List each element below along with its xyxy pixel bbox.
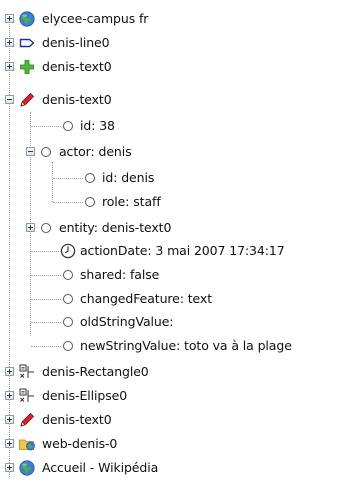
collapse-toggle[interactable] <box>5 95 14 104</box>
circle-node-icon <box>63 294 73 304</box>
circle-node-icon <box>63 121 73 131</box>
circle-node-icon <box>85 173 95 183</box>
clock-icon <box>59 242 77 260</box>
expand-toggle[interactable] <box>5 367 14 376</box>
expand-toggle[interactable] <box>5 14 14 23</box>
tree-item-label: denis-line0 <box>42 35 110 50</box>
folder-globe-icon <box>18 435 36 453</box>
circle-node-icon <box>85 197 95 207</box>
tree-item[interactable]: denis-line0 <box>0 31 360 55</box>
tree-item[interactable]: denis-text0 <box>0 55 360 79</box>
circle-node-icon <box>41 223 51 233</box>
collapse-toggle[interactable] <box>26 147 35 156</box>
tree-item[interactable]: id: 38 <box>0 114 360 138</box>
tree-item[interactable]: web-denis-0 <box>0 432 360 456</box>
expand-toggle[interactable] <box>26 223 35 232</box>
tree-item-label: id: 38 <box>80 118 115 133</box>
tree-item[interactable]: Accueil - Wikipédia <box>0 456 360 480</box>
expand-toggle[interactable] <box>5 439 14 448</box>
pencil-icon <box>18 411 36 429</box>
tree-item-label: shared: false <box>80 267 160 282</box>
tree-item-label: newStringValue: toto va à la plage <box>80 338 292 353</box>
globe-icon <box>18 459 36 477</box>
tree-item-label: entity: denis-text0 <box>59 220 172 235</box>
circle-node-icon <box>63 341 73 351</box>
tree-item-label: denis-Ellipse0 <box>42 388 128 403</box>
tree-item[interactable]: denis-Ellipse0 <box>0 384 360 408</box>
line-shape-icon <box>18 34 36 52</box>
tree-item-label: role: staff <box>102 194 161 209</box>
tree-item-label: elycee-campus fr <box>42 11 149 26</box>
circle-node-icon <box>41 147 51 157</box>
globe-icon <box>18 10 36 28</box>
expand-toggle[interactable] <box>5 38 14 47</box>
tree-item[interactable]: shared: false <box>0 263 360 287</box>
tree-item-label: changedFeature: text <box>80 291 213 306</box>
tree-item[interactable]: denis-text0 <box>0 88 360 112</box>
tree-item[interactable]: changedFeature: text <box>0 287 360 311</box>
pencil-icon <box>18 91 36 109</box>
tree-item-label: Accueil - Wikipédia <box>42 460 159 475</box>
tree-view: elycee-campus fr denis-line0 denis-text0 <box>0 0 360 497</box>
tree-item[interactable]: denis-text0 <box>0 408 360 432</box>
circle-node-icon <box>63 317 73 327</box>
circle-node-icon <box>63 270 73 280</box>
tree-item[interactable]: elycee-campus fr <box>0 7 360 31</box>
tree-item[interactable]: actionDate: 3 mai 2007 17:34:17 <box>0 239 360 263</box>
tree-item[interactable]: role: staff <box>0 190 360 214</box>
tree-item[interactable]: actor: denis <box>0 140 360 164</box>
tree-item[interactable]: entity: denis-text0 <box>0 216 360 240</box>
expand-toggle[interactable] <box>5 391 14 400</box>
tree-item-label: denis-Rectangle0 <box>42 364 149 379</box>
tree-item-label: denis-text0 <box>42 92 112 107</box>
tree-item-label: denis-text0 <box>42 59 112 74</box>
tree-item-label: actionDate: 3 mai 2007 17:34:17 <box>80 243 285 258</box>
tree-item-label: actor: denis <box>59 144 132 159</box>
tree-item-label: web-denis-0 <box>42 436 118 451</box>
tree-item[interactable]: newStringValue: toto va à la plage <box>0 334 360 358</box>
expand-toggle[interactable] <box>5 463 14 472</box>
tree-item-label: denis-text0 <box>42 412 112 427</box>
expand-toggle[interactable] <box>5 415 14 424</box>
shape-tool-icon <box>18 387 36 405</box>
tree-item-label: id: denis <box>102 170 155 185</box>
green-plus-icon <box>18 58 36 76</box>
tree-item[interactable]: oldStringValue: <box>0 310 360 334</box>
expand-toggle[interactable] <box>5 62 14 71</box>
tree-item[interactable]: denis-Rectangle0 <box>0 360 360 384</box>
tree-item[interactable]: id: denis <box>0 166 360 190</box>
tree-item-label: oldStringValue: <box>80 314 174 329</box>
shape-tool-icon <box>18 363 36 381</box>
